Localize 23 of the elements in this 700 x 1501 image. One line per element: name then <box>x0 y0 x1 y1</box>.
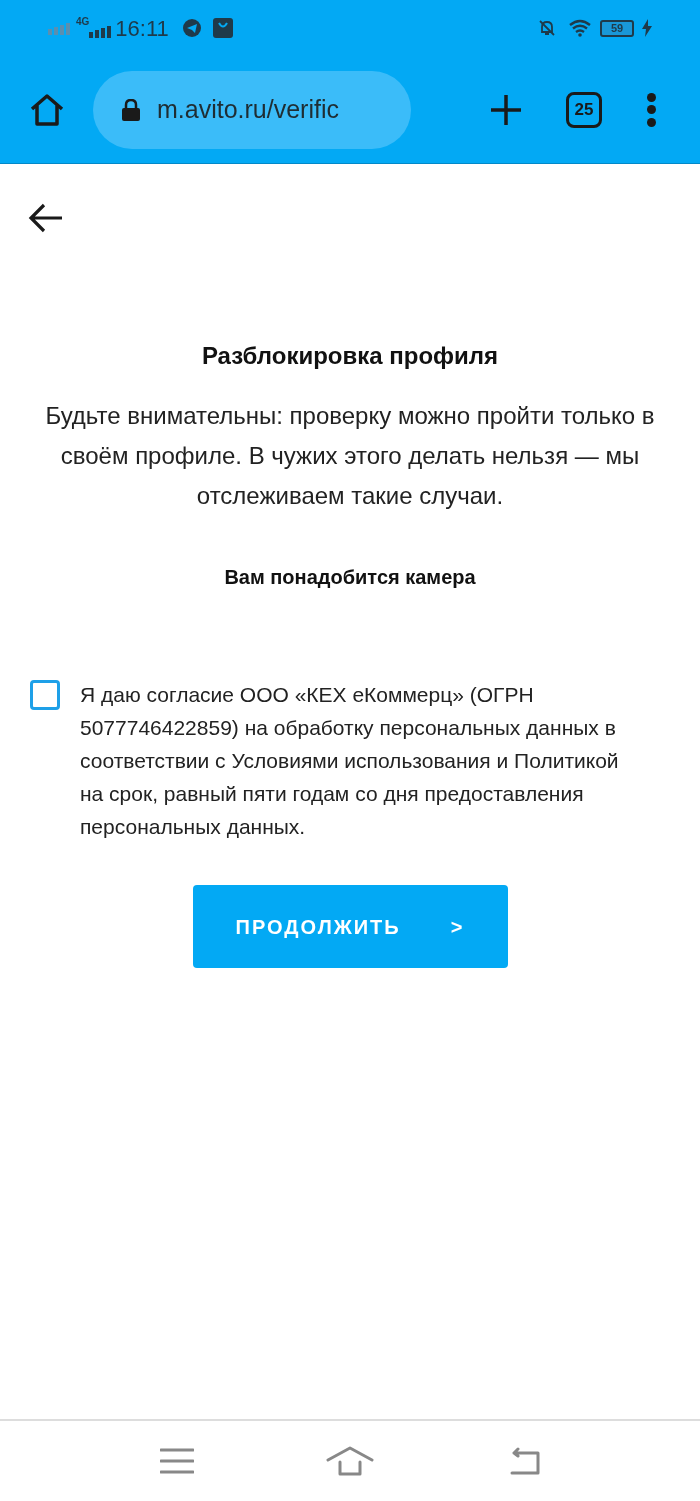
address-bar[interactable]: m.avito.ru/verific <box>93 70 411 149</box>
lightning-icon <box>642 19 652 37</box>
bell-off-icon <box>538 19 556 37</box>
clock-time: 16:11 <box>115 14 169 43</box>
back-button[interactable] <box>28 202 64 234</box>
subtitle-text: Вам понадобится камера <box>223 565 477 590</box>
battery-icon: 59 <box>600 19 634 37</box>
menu-button[interactable] <box>646 92 656 127</box>
consent-checkbox[interactable] <box>30 680 60 710</box>
lock-icon <box>121 98 141 121</box>
shopping-bag-icon <box>212 18 233 38</box>
description-text: Будьте внимательны: проверку можно пройти только в своём профиле. В чужих этого делать нельзя — мы отслеживаем такие случаи. <box>44 401 656 511</box>
page-title: Разблокировка профиля <box>200 341 500 371</box>
menu-icon[interactable] <box>160 1448 194 1474</box>
signal-icon <box>48 21 72 35</box>
home-icon[interactable] <box>326 1446 374 1476</box>
consent-text: Я даю согласие ООО «КЕХ еКоммерц» (ОГРН 5077746422859) на обработку персональных данных в соответствии с Условиями использования и Политикой на срок, равный пяти годам со дня предоставления персональных данных. <box>80 682 620 840</box>
network-type: 4G <box>76 15 90 29</box>
wifi-icon <box>568 19 592 37</box>
signal-icon <box>89 26 112 38</box>
url-text: m.avito.ru/verific <box>157 93 339 125</box>
paper-plane-icon <box>182 19 201 37</box>
tab-count-button[interactable]: 25 <box>566 91 602 128</box>
